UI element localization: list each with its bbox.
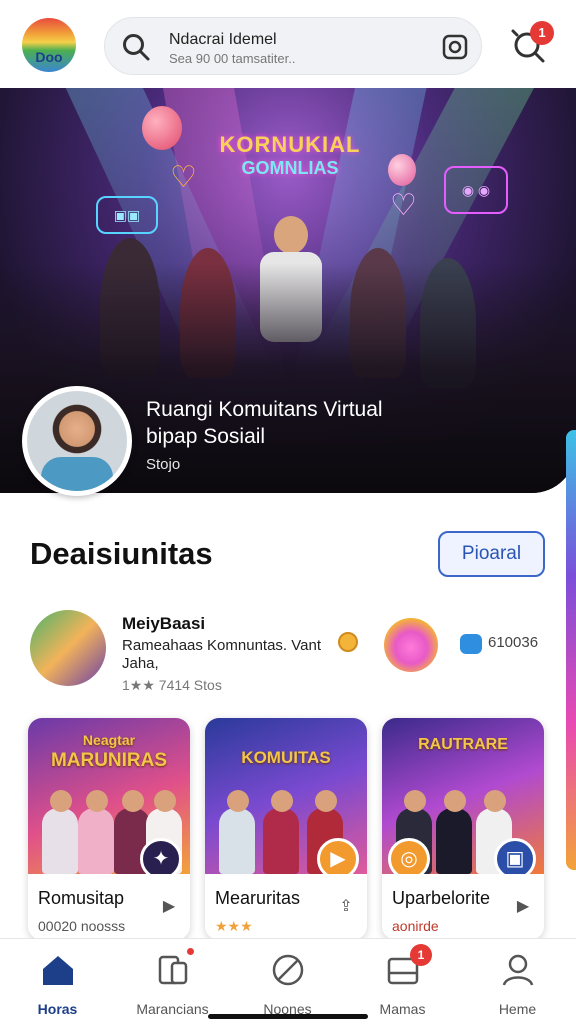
search-placeholder: Sea 90 00 tamsatiter..	[169, 51, 296, 66]
bottom-navigation: Horas Marancians Noones Mamas Heme	[0, 938, 576, 1024]
home-icon	[43, 956, 73, 985]
featured-count: 610036	[488, 634, 539, 651]
notification-badge: 1	[530, 21, 554, 45]
nav-item-blocked[interactable]: Noones	[230, 949, 345, 1017]
cat-avatar-icon[interactable]	[384, 618, 438, 672]
hero-neon-sign: KORNUKIAL GOMNLIAS	[212, 132, 368, 186]
balloon-image	[142, 106, 182, 150]
featured-rating: 1★★ 7414 Stos	[122, 677, 222, 693]
coin-icon	[338, 632, 358, 652]
card-image: KOMUITAS ▶	[205, 718, 367, 874]
blocked-icon	[272, 954, 304, 986]
search-icon	[123, 34, 150, 61]
card-image-subtitle: Neagtar	[82, 732, 136, 748]
neon-sign-image: ▣▣	[96, 196, 158, 234]
featured-name[interactable]: MeiyBaasi	[122, 614, 205, 634]
heart-icon: ♡	[390, 189, 417, 222]
chat-bubble-icon: ▣	[494, 838, 536, 874]
chat-icon	[460, 634, 482, 654]
nav-item-profile[interactable]: Heme	[460, 949, 575, 1017]
card-image-title: MARUNIRAS	[50, 750, 168, 771]
heart-icon: ♡	[170, 161, 197, 194]
hero-title: Ruangi Komuitans Virtual	[146, 398, 383, 421]
nav-item-home[interactable]: Horas	[0, 949, 115, 1017]
neon-sign-image: ◉ ◉	[444, 166, 508, 214]
featured-description: Rameahaas Komnuntas. Vant	[122, 637, 322, 654]
card-meta: aonirde	[392, 918, 439, 934]
top-bar: Doo Ndacrai Idemel Sea 90 00 tamsatiter.…	[0, 0, 576, 88]
featured-description-line2: Jaha,	[122, 655, 159, 672]
profile-icon	[502, 954, 534, 986]
community-card[interactable]: RAUTRARE ◎ ▣ Uparbelorite aonirde ▶	[382, 718, 544, 940]
nav-label-home: Horas	[37, 1001, 78, 1017]
nav-label-profile: Heme	[498, 1001, 537, 1017]
card-image-title: RAUTRARE	[418, 736, 508, 753]
profile-avatar[interactable]	[22, 386, 132, 496]
hero-sign-line2: GOMNLIAS	[241, 158, 339, 178]
logo-text: Doo	[35, 49, 63, 65]
avatar-shirt	[41, 457, 113, 491]
home-indicator[interactable]	[208, 1014, 368, 1019]
side-accent-strip	[566, 430, 576, 870]
dancer-head	[274, 216, 308, 254]
nav-notification-dot	[187, 948, 194, 955]
section-action-button[interactable]: Pioaral	[438, 531, 545, 577]
devices-icon	[158, 955, 188, 985]
nav-item-inbox[interactable]: Mamas	[345, 949, 460, 1017]
share-icon[interactable]: ⇪	[335, 896, 357, 918]
play-icon[interactable]: ▶	[512, 896, 534, 918]
card-image: RAUTRARE ◎ ▣	[382, 718, 544, 874]
card-badge-icon: ▶	[317, 838, 359, 874]
app-logo[interactable]: Doo	[22, 18, 76, 72]
search-title: Ndacrai Idemel	[169, 31, 277, 48]
search-bar[interactable]: Ndacrai Idemel Sea 90 00 tamsatiter..	[104, 17, 482, 75]
avatar-photo	[27, 391, 127, 491]
card-meta: 00020 noosss	[38, 918, 126, 934]
card-title: Uparbelorite	[392, 888, 491, 908]
hero-sign-line1: KORNUKIAL	[219, 132, 361, 157]
hero-meta: Stojo	[146, 456, 181, 473]
featured-thumbnail[interactable]	[30, 610, 106, 686]
nav-item-devices[interactable]: Marancians	[115, 949, 230, 1017]
balloon-image	[388, 154, 416, 186]
card-title: Romusitap	[38, 888, 125, 908]
section-title: Deaisiunitas	[30, 536, 213, 571]
community-card[interactable]: Neagtar MARUNIRAS ✦ Romusitap 00020 noos…	[28, 718, 190, 940]
hero-subtitle: bipap Sosiail	[146, 425, 266, 448]
card-badge-icon: ✦	[140, 838, 182, 874]
nav-inbox-badge: 1	[410, 944, 432, 966]
card-meta: ★★★	[215, 918, 253, 934]
card-badge-icon: ◎	[388, 838, 430, 874]
camera-icon[interactable]	[441, 33, 469, 61]
play-icon[interactable]: ▶	[158, 896, 180, 918]
card-image-title: KOMUITAS	[241, 748, 331, 767]
card-title: Mearuritas	[215, 888, 301, 908]
card-image: Neagtar MARUNIRAS ✦	[28, 718, 190, 874]
community-card[interactable]: KOMUITAS ▶ Mearuritas ★★★ ⇪	[205, 718, 367, 940]
